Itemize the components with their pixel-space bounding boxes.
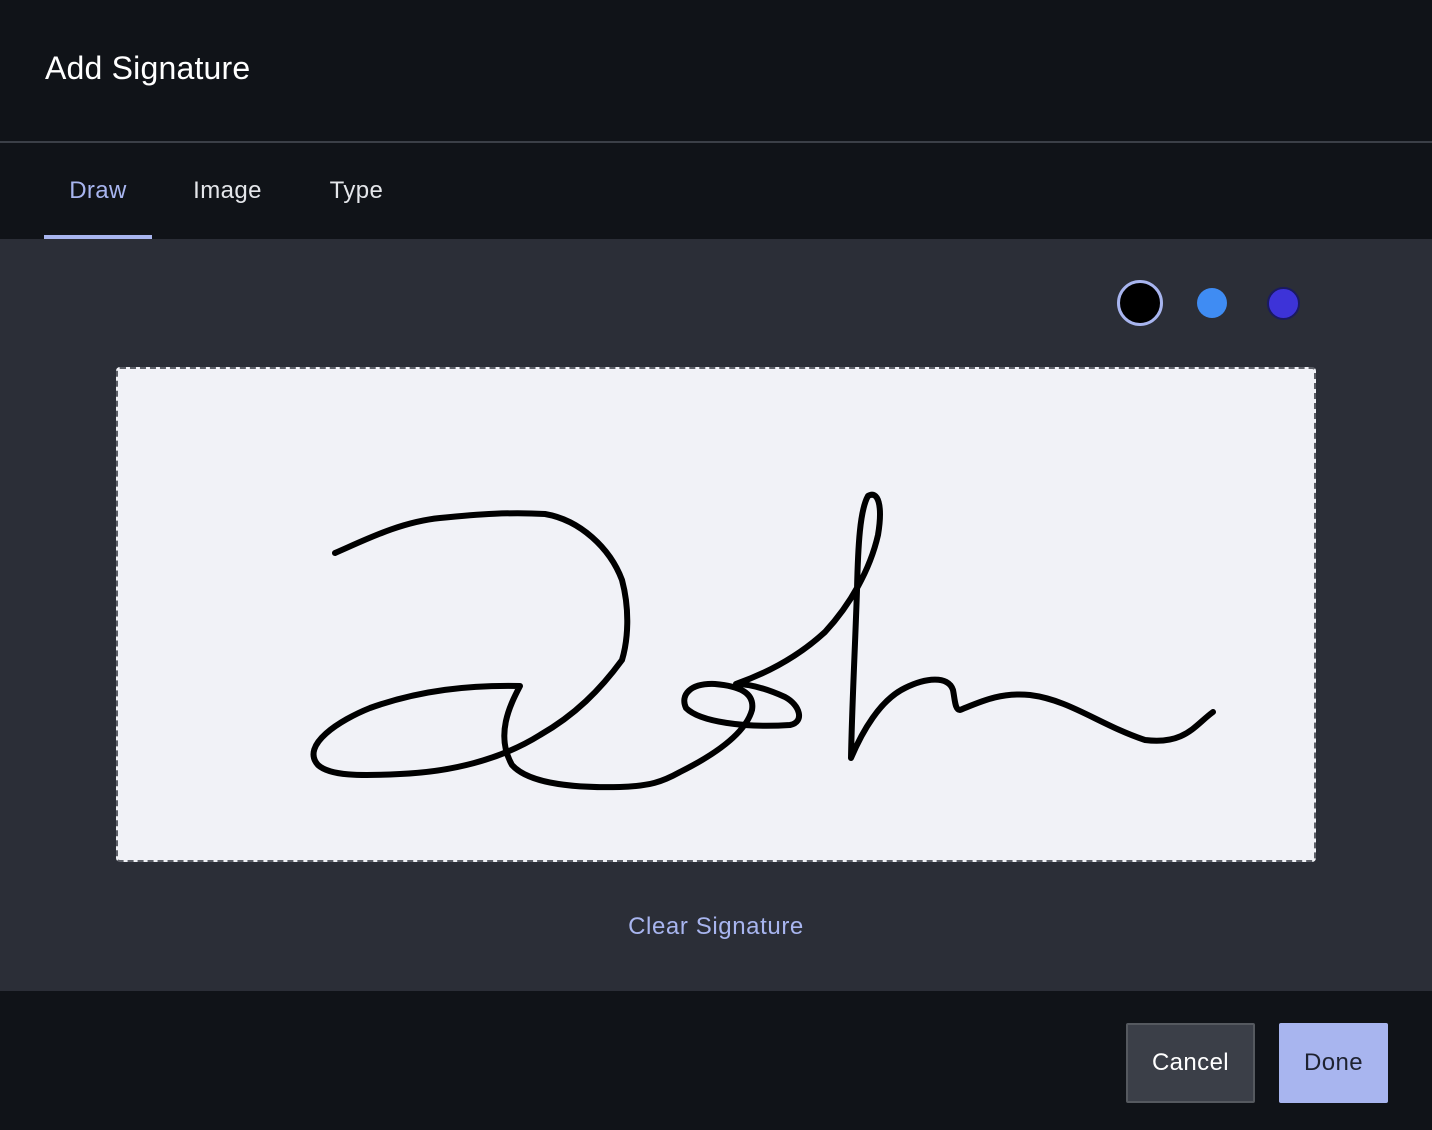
cancel-button[interactable]: Cancel xyxy=(1126,1023,1255,1103)
add-signature-dialog: Add Signature Draw Image Type Clear Sign… xyxy=(0,0,1432,1130)
done-button[interactable]: Done xyxy=(1279,1023,1388,1103)
clear-signature-button[interactable]: Clear Signature xyxy=(0,913,1432,941)
signature-stroke xyxy=(310,491,1216,791)
signature-canvas[interactable] xyxy=(116,367,1316,862)
draw-panel: Clear Signature xyxy=(0,239,1432,991)
signature-drawing xyxy=(310,491,1216,791)
